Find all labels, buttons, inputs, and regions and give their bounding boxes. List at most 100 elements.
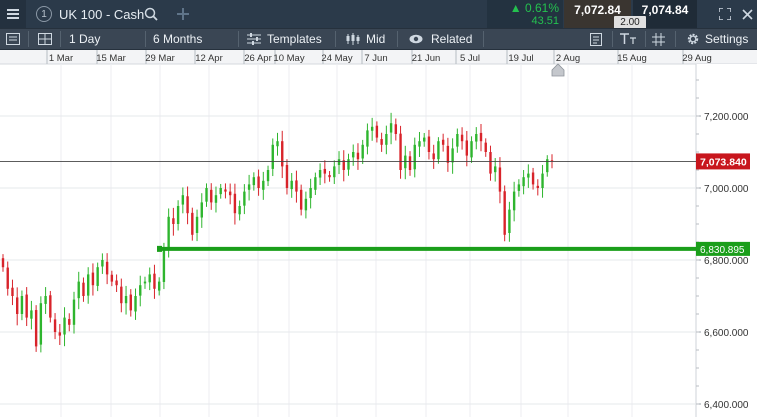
candle-body xyxy=(139,285,142,296)
candle-body xyxy=(527,173,530,178)
candle-body xyxy=(446,145,450,163)
candle-body xyxy=(200,202,203,218)
x-tick-label: 21 Jun xyxy=(412,53,441,64)
related-button[interactable]: Related xyxy=(409,29,472,49)
price-type-label: Mid xyxy=(366,32,386,46)
candle-body xyxy=(82,282,85,296)
candle-body xyxy=(153,273,156,289)
y-tick-label: 6,400.000 xyxy=(704,400,749,411)
candle-body xyxy=(494,166,497,173)
price-chart[interactable]: 1 Mar 15 Mar 29 Mar 12 Apr 26 Apr 10 May 24 Ma… xyxy=(0,50,757,417)
gear-icon xyxy=(686,32,700,46)
templates-sliders-icon xyxy=(247,33,261,45)
candle-body xyxy=(271,144,274,169)
candle-body xyxy=(257,176,260,188)
candle-body xyxy=(380,139,383,145)
candle-body xyxy=(105,261,109,275)
current-price-label: 7,073.840 xyxy=(700,156,747,168)
candle-body xyxy=(356,152,360,160)
candle-body xyxy=(489,152,492,174)
candle-body xyxy=(437,141,440,160)
search-button[interactable] xyxy=(142,0,160,28)
candle-body xyxy=(295,180,298,192)
candle-body xyxy=(432,153,435,160)
settings-button[interactable]: Settings xyxy=(686,29,748,49)
x-tick-label: 15 Mar xyxy=(96,53,126,64)
notes-button[interactable] xyxy=(590,29,602,49)
period-dropdown[interactable]: 6 Months xyxy=(153,29,202,49)
candle-body xyxy=(503,191,506,235)
chart-canvas[interactable]: 1 Mar 15 Mar 29 Mar 12 Apr 26 Apr 10 May 24 Ma… xyxy=(0,50,757,417)
candle-body xyxy=(186,196,189,214)
chart-toolbar: 1 Day 6 Months Templates Mid Related Set… xyxy=(0,28,757,50)
candle-body xyxy=(224,189,227,192)
menu-button[interactable] xyxy=(0,0,26,28)
candle-body xyxy=(413,144,416,170)
eye-icon xyxy=(409,34,423,44)
interval-dropdown[interactable]: 1 Day xyxy=(69,29,100,49)
candle-body xyxy=(25,294,28,318)
candle-body xyxy=(214,195,218,203)
x-tick-label: 5 Jul xyxy=(460,53,480,64)
add-instrument-button[interactable] xyxy=(174,0,192,28)
candle-body xyxy=(389,123,393,133)
candle-body xyxy=(328,175,331,178)
candle-body xyxy=(333,166,336,178)
candle-body xyxy=(68,319,71,325)
sidebar-toggle-button[interactable] xyxy=(6,29,20,49)
candle-body xyxy=(247,184,251,190)
current-date-marker[interactable] xyxy=(551,63,565,77)
candle-body xyxy=(299,189,303,210)
candle-body xyxy=(205,188,208,202)
up-arrow-icon: ▲ xyxy=(509,0,522,15)
text-tool-icon xyxy=(620,33,638,45)
candle-body xyxy=(191,212,194,235)
candle-body xyxy=(470,141,473,158)
candle-body xyxy=(276,141,279,147)
candle-body xyxy=(366,130,369,147)
x-tick-label: 10 May xyxy=(273,53,304,64)
notes-icon xyxy=(590,32,602,46)
sell-price: 7,072.84 xyxy=(574,3,621,17)
candle-body xyxy=(96,267,99,286)
candle-body xyxy=(243,191,246,206)
sidebar-toggle-icon xyxy=(6,33,20,45)
price-type-dropdown[interactable]: Mid xyxy=(346,29,385,49)
grid-button[interactable] xyxy=(652,29,665,49)
candle-body xyxy=(49,295,52,318)
layout-button[interactable] xyxy=(38,29,52,49)
candle-body xyxy=(1,258,5,268)
candle-body xyxy=(375,125,379,138)
buy-price: 7,074.84 xyxy=(641,3,689,17)
close-button[interactable] xyxy=(738,0,756,28)
text-tool-button[interactable] xyxy=(620,29,638,49)
candle-body xyxy=(11,287,14,296)
candle-body xyxy=(323,168,327,174)
candle-body xyxy=(39,303,43,345)
instrument-number-badge: 1 xyxy=(36,6,52,22)
instrument-name: UK 100 - Cash xyxy=(59,6,145,22)
candle-body xyxy=(238,206,241,215)
instrument-selector[interactable]: 1 UK 100 - Cash xyxy=(36,0,144,28)
change-absolute: 43.51 xyxy=(531,14,559,27)
grid-icon xyxy=(652,32,665,46)
candle-body xyxy=(115,280,118,286)
search-icon xyxy=(144,7,158,21)
candle-body xyxy=(456,134,459,147)
y-tick-label: 7,200.000 xyxy=(704,112,749,123)
templates-button[interactable]: Templates xyxy=(247,29,322,49)
candle-body xyxy=(124,296,128,304)
candle-body xyxy=(63,317,66,335)
support-trendline-handle[interactable] xyxy=(157,245,162,252)
candle-body xyxy=(517,184,521,191)
expand-button[interactable] xyxy=(716,0,734,28)
candle-body xyxy=(20,296,24,314)
candle-body xyxy=(460,134,464,142)
y-tick-label: 6,600.000 xyxy=(704,328,749,339)
candle-body xyxy=(233,193,237,214)
candle-body xyxy=(101,260,104,267)
x-tick-label: 29 Aug xyxy=(682,53,712,64)
x-tick-label: 15 Aug xyxy=(617,53,647,64)
candle-body xyxy=(352,152,355,158)
candle-body xyxy=(15,297,19,314)
